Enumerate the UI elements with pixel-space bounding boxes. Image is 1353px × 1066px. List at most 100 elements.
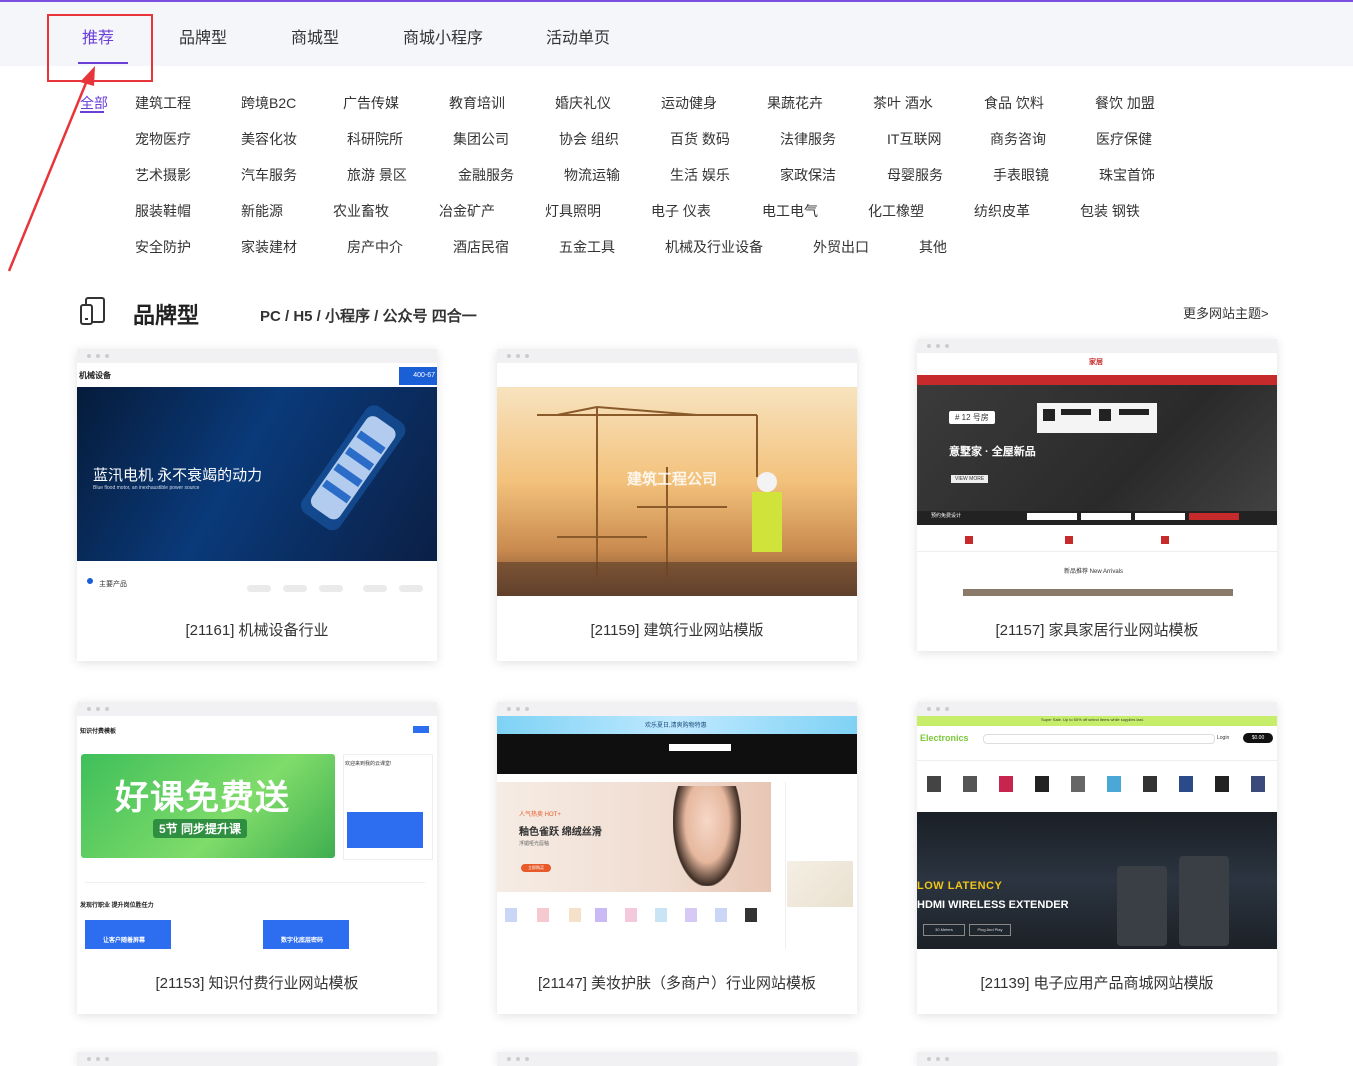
category-item[interactable]: 美容化妆 xyxy=(241,129,297,149)
category-item[interactable]: 其他 xyxy=(919,237,947,257)
preview-products-label: 主要产品 xyxy=(99,581,127,588)
template-preview: 建筑工程公司 xyxy=(497,363,857,596)
tab-event-page[interactable]: 活动单页 xyxy=(546,24,610,48)
category-item[interactable]: 金融服务 xyxy=(458,165,514,185)
preview-cart: $0.00 xyxy=(1243,733,1273,743)
category-underline xyxy=(80,111,104,113)
category-item[interactable]: 服装鞋帽 xyxy=(135,201,191,221)
category-item[interactable]: 广告传媒 xyxy=(343,93,399,113)
browser-bar xyxy=(497,702,857,716)
tab-mall-miniprogram[interactable]: 商城小程序 xyxy=(403,24,483,48)
category-item[interactable]: 房产中介 xyxy=(347,237,403,257)
category-item[interactable]: 汽车服务 xyxy=(241,165,297,185)
category-item[interactable]: 果蔬花卉 xyxy=(767,93,823,113)
motor-graphic xyxy=(301,405,406,531)
template-name[interactable]: [21153] 知识付费行业网站模板 xyxy=(77,972,437,993)
device-icon xyxy=(80,297,105,325)
category-item[interactable]: 医疗保健 xyxy=(1096,129,1152,149)
preview-bottom-title: 发现行职业 提升岗位胜任力 xyxy=(80,903,154,909)
category-item[interactable]: 酒店民宿 xyxy=(453,237,509,257)
category-item[interactable]: 冶金矿产 xyxy=(439,201,495,221)
category-item[interactable]: 商务咨询 xyxy=(990,129,1046,149)
category-item[interactable]: 农业畜牧 xyxy=(333,201,389,221)
preview-banner-title: LOW LATENCY xyxy=(917,880,1003,892)
template-card[interactable] xyxy=(497,1052,857,1066)
preview-promo-1: 让客户随着屏幕 xyxy=(103,938,146,944)
browser-bar xyxy=(77,349,437,363)
category-item[interactable]: 安全防护 xyxy=(135,237,191,257)
template-name[interactable]: [21157] 家具家居行业网站模板 xyxy=(917,619,1277,640)
category-item[interactable]: 机械及行业设备 xyxy=(665,237,763,257)
category-item[interactable]: 教育培训 xyxy=(449,93,505,113)
template-card[interactable] xyxy=(77,1052,437,1066)
browser-bar xyxy=(77,702,437,716)
category-item[interactable]: 协会 组织 xyxy=(559,129,619,149)
category-item[interactable]: 手表眼镜 xyxy=(993,165,1049,185)
tab-mall[interactable]: 商城型 xyxy=(291,24,339,48)
category-item[interactable]: 婚庆礼仪 xyxy=(555,93,611,113)
template-card[interactable]: 家居 # 12 号房 意墅家 · 全屋新品 VIEW MORE 预约免费设计 新… xyxy=(917,339,1277,651)
category-item[interactable]: 宠物医疗 xyxy=(135,129,191,149)
tab-brand[interactable]: 品牌型 xyxy=(179,24,227,48)
template-name[interactable]: [21139] 电子应用产品商城网站模版 xyxy=(917,972,1277,993)
template-card[interactable]: Super Sale. Up to 50% off select items w… xyxy=(917,702,1277,1014)
preview-top-banner: Super Sale. Up to 50% off select items w… xyxy=(1041,717,1144,722)
preview-room-tag: # 12 号房 xyxy=(949,411,995,424)
browser-bar xyxy=(917,1052,1277,1066)
preview-top-banner: 欢乐夏日,清爽购物特惠 xyxy=(645,723,707,729)
browser-bar xyxy=(497,1052,857,1066)
template-name[interactable]: [21159] 建筑行业网站模版 xyxy=(497,619,857,640)
preview-banner-title: 意墅家 · 全屋新品 xyxy=(949,446,1036,458)
category-item[interactable]: 新能源 xyxy=(241,201,283,221)
category-item[interactable]: 生活 娱乐 xyxy=(670,165,730,185)
category-item[interactable]: 茶叶 酒水 xyxy=(873,93,933,113)
more-themes-link[interactable]: 更多网站主题> xyxy=(1183,303,1269,322)
category-item[interactable]: 纺织皮革 xyxy=(974,201,1030,221)
preview-side-title: 欢迎来到我的云课堂! xyxy=(345,761,392,767)
category-item[interactable]: 运动健身 xyxy=(661,93,717,113)
category-item[interactable]: 跨境B2C xyxy=(241,93,296,113)
category-item[interactable]: 电子 仪表 xyxy=(651,201,711,221)
category-item[interactable]: 艺术摄影 xyxy=(135,165,191,185)
tab-bar: 推荐 品牌型 商城型 商城小程序 活动单页 xyxy=(0,2,1353,66)
template-name[interactable]: [21161] 机械设备行业 xyxy=(77,619,437,640)
category-item[interactable]: 家政保洁 xyxy=(780,165,836,185)
template-card[interactable]: 机械设备 400-67 蓝汛电机 永不衰竭的动力 Blue flood moto… xyxy=(77,349,437,661)
category-item[interactable]: 科研院所 xyxy=(347,129,403,149)
category-item[interactable]: 集团公司 xyxy=(453,129,509,149)
category-item[interactable]: 法律服务 xyxy=(780,129,836,149)
template-card[interactable]: 欢乐夏日,清爽购物特惠 人气热卖 HOT+ 釉色雀跃 绵绒丝滑 浮媚哑光唇釉 立… xyxy=(497,702,857,1014)
preview-buy-button: 立即购买 xyxy=(521,864,551,872)
template-card[interactable]: 知识付费模板 好课免费送 5节 同步提升课 欢迎来到我的云课堂! 发现行职业 提… xyxy=(77,702,437,1014)
category-item[interactable]: 餐饮 加盟 xyxy=(1095,93,1155,113)
category-item[interactable]: 家装建材 xyxy=(241,237,297,257)
category-item[interactable]: 建筑工程 xyxy=(135,93,191,113)
category-item[interactable]: 电工电气 xyxy=(762,201,818,221)
category-item[interactable]: 外贸出口 xyxy=(813,237,869,257)
category-item[interactable]: 母婴服务 xyxy=(887,165,943,185)
template-card[interactable]: 建筑工程公司 [21159] 建筑行业网站模版 xyxy=(497,349,857,661)
template-preview: 家居 # 12 号房 意墅家 · 全屋新品 VIEW MORE 预约免费设计 新… xyxy=(917,353,1277,596)
preview-tag: 人气热卖 HOT+ xyxy=(519,812,561,818)
category-item[interactable]: 物流运输 xyxy=(564,165,620,185)
category-item[interactable]: 食品 饮料 xyxy=(984,93,1044,113)
category-item[interactable]: 灯具照明 xyxy=(545,201,601,221)
browser-bar xyxy=(497,349,857,363)
category-item[interactable]: 五金工具 xyxy=(559,237,615,257)
category-item[interactable]: IT互联网 xyxy=(887,129,941,149)
section-title: 品牌型 xyxy=(133,303,200,328)
preview-logo: 家居 xyxy=(1089,359,1103,366)
browser-bar xyxy=(917,339,1277,353)
category-all[interactable]: 全部 xyxy=(80,93,108,113)
template-name[interactable]: [21147] 美妆护肤（多商户）行业网站模板 xyxy=(497,972,857,993)
category-item[interactable]: 珠宝首饰 xyxy=(1099,165,1155,185)
category-item[interactable]: 包装 钢铁 xyxy=(1080,201,1140,221)
category-item[interactable]: 百货 数码 xyxy=(670,129,730,149)
preview-banner-sub: Blue flood motor, an inexhaustible power… xyxy=(93,485,200,491)
preview-logo: 机械设备 xyxy=(79,371,111,380)
category-item[interactable]: 化工橡塑 xyxy=(868,201,924,221)
browser-bar xyxy=(917,702,1277,716)
template-card[interactable] xyxy=(917,1052,1277,1066)
preview-banner-sub: HDMI WIRELESS EXTENDER xyxy=(917,899,1069,911)
category-item[interactable]: 旅游 景区 xyxy=(347,165,407,185)
